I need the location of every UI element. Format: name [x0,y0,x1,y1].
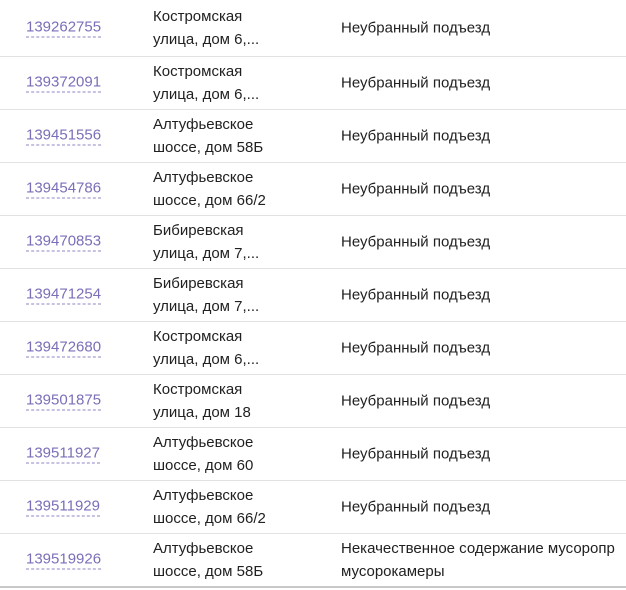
problem-cell: Неубранный подъезд [341,231,490,254]
address-line: шоссе, дом 66/2 [153,510,266,527]
address-line: Алтуфьевское [153,540,254,557]
address-line: Костромская [153,63,243,80]
problem-cell: Неубранный подъезд [341,284,490,307]
problem-line: Неубранный подъезд [341,445,491,463]
table-row: 139451556 Алтуфьевское шоссе, дом 58Б Не… [0,110,626,163]
table-row: 139470853 Бибиревская улица, дом 7,... Н… [0,216,626,269]
request-id-link[interactable]: 139501875 [26,392,102,411]
address-cell: Алтуфьевское шоссе, дом 66/2 [153,484,328,530]
address-line: Костромская [153,328,243,345]
address-line: Костромская [153,8,243,25]
problem-line: Неубранный подъезд [341,19,491,37]
problem-line: Неубранный подъезд [341,74,491,92]
problem-line: Неубранный подъезд [341,127,491,145]
request-id-link[interactable]: 139471254 [26,286,102,305]
request-id-link[interactable]: 139372091 [26,74,102,93]
table-row: 139511929 Алтуфьевское шоссе, дом 66/2 Н… [0,481,626,534]
table-row: 139262755 Костромская улица, дом 6,... Н… [0,0,626,57]
problem-line: Неубранный подъезд [341,339,491,357]
request-id-link[interactable]: 139472680 [26,339,102,358]
problem-cell: Неубранный подъезд [341,390,490,413]
address-line: Алтуфьевское [153,116,254,133]
address-cell: Костромская улица, дом 6,... [153,60,328,106]
address-line: шоссе, дом 66/2 [153,192,266,209]
address-cell: Костромская улица, дом 6,... [153,325,328,371]
problem-cell: Неубранный подъезд [341,125,490,148]
address-line: Алтуфьевское [153,169,254,186]
address-line: шоссе, дом 58Б [153,139,264,156]
address-line: улица, дом 7,... [153,298,260,315]
problem-line: мусорокамеры [341,563,445,580]
address-cell: Алтуфьевское шоссе, дом 58Б [153,537,328,583]
address-line: улица, дом 6,... [153,86,260,103]
request-id-link[interactable]: 139262755 [26,19,102,38]
address-line: шоссе, дом 60 [153,457,254,474]
problem-cell: Некачественное содержание мусоропр мусор… [341,537,615,583]
address-line: Алтуфьевское [153,434,254,451]
address-line: Бибиревская [153,275,244,292]
table-row: 139372091 Костромская улица, дом 6,... Н… [0,57,626,110]
problem-line: Неубранный подъезд [341,392,491,410]
address-line: улица, дом 7,... [153,245,260,262]
address-cell: Алтуфьевское шоссе, дом 58Б [153,113,328,159]
address-cell: Костромская улица, дом 6,... [153,5,328,51]
problem-line: Неубранный подъезд [341,180,491,198]
problem-cell: Неубранный подъезд [341,178,490,201]
address-line: Бибиревская [153,222,244,239]
address-line: шоссе, дом 58Б [153,563,264,580]
table-row: 139454786 Алтуфьевское шоссе, дом 66/2 Н… [0,163,626,216]
address-line: улица, дом 6,... [153,351,260,368]
problem-line: Неубранный подъезд [341,286,491,304]
problem-line: Некачественное содержание мусоропр [341,540,615,557]
table-row: 139472680 Костромская улица, дом 6,... Н… [0,322,626,375]
request-id-link[interactable]: 139511929 [26,498,100,517]
request-id-link[interactable]: 139511927 [26,445,100,464]
problem-cell: Неубранный подъезд [341,72,490,95]
address-line: улица, дом 18 [153,404,251,421]
problem-cell: Неубранный подъезд [341,496,490,519]
address-line: Алтуфьевское [153,487,254,504]
table-row: 139501875 Костромская улица, дом 18 Неуб… [0,375,626,428]
table-row: 139511927 Алтуфьевское шоссе, дом 60 Неу… [0,428,626,481]
address-cell: Бибиревская улица, дом 7,... [153,219,328,265]
table-row: 139519926 Алтуфьевское шоссе, дом 58Б Не… [0,534,626,588]
request-id-link[interactable]: 139470853 [26,233,102,252]
problem-cell: Неубранный подъезд [341,443,490,466]
address-cell: Алтуфьевское шоссе, дом 66/2 [153,166,328,212]
address-cell: Костромская улица, дом 18 [153,378,328,424]
problem-cell: Неубранный подъезд [341,17,490,40]
request-id-link[interactable]: 139454786 [26,180,102,199]
request-id-link[interactable]: 139519926 [26,551,102,570]
problem-line: Неубранный подъезд [341,233,491,251]
address-line: Костромская [153,381,243,398]
address-cell: Алтуфьевское шоссе, дом 60 [153,431,328,477]
request-id-link[interactable]: 139451556 [26,127,102,146]
table-row: 139471254 Бибиревская улица, дом 7,... Н… [0,269,626,322]
problem-line: Неубранный подъезд [341,498,491,516]
address-line: улица, дом 6,... [153,31,260,48]
problem-cell: Неубранный подъезд [341,337,490,360]
address-cell: Бибиревская улица, дом 7,... [153,272,328,318]
requests-table: 139262755 Костромская улица, дом 6,... Н… [0,0,626,590]
